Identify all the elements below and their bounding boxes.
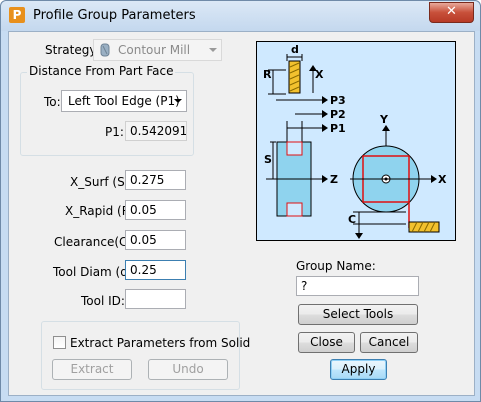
extract-params-label: Extract Parameters from Solid bbox=[70, 336, 251, 350]
tool-id-field[interactable] bbox=[125, 289, 186, 309]
to-value: Left Tool Edge (P1) bbox=[68, 94, 180, 108]
diagram-label-d: d bbox=[291, 43, 299, 56]
title-bar[interactable]: P Profile Group Parameters ✕ bbox=[1, 1, 480, 31]
dialog-window: P Profile Group Parameters ✕ Strategy: C… bbox=[0, 0, 481, 402]
extract-params-checkbox[interactable] bbox=[53, 336, 66, 349]
strategy-label: Strategy: bbox=[45, 43, 100, 57]
select-tools-button[interactable]: Select Tools bbox=[298, 304, 418, 325]
diagram-label-c: C bbox=[348, 213, 356, 226]
x-surf-label: X_Surf (S): bbox=[70, 175, 134, 189]
diagram-label-p3: P3 bbox=[330, 94, 346, 107]
strategy-combo[interactable]: Contour Mill bbox=[93, 39, 222, 61]
app-icon: P bbox=[9, 7, 25, 23]
chevron-down-icon bbox=[209, 48, 217, 52]
tool-id-label: Tool ID: bbox=[81, 294, 125, 308]
clearance-label: Clearance(C): bbox=[54, 235, 137, 249]
chevron-down-icon bbox=[174, 99, 182, 103]
tool-diam-field[interactable]: 0.25 bbox=[125, 260, 186, 280]
diagram-label-p2: P2 bbox=[330, 108, 346, 121]
window-title: Profile Group Parameters bbox=[33, 8, 196, 23]
to-combo[interactable]: Left Tool Edge (P1) bbox=[61, 90, 187, 112]
strategy-value: Contour Mill bbox=[118, 43, 191, 57]
diagram-label-x-right: X bbox=[438, 173, 447, 186]
distance-group-title: Distance From Part Face bbox=[27, 64, 176, 78]
diagram-label-y: Y bbox=[379, 113, 389, 126]
contour-mill-icon bbox=[100, 43, 110, 57]
close-button[interactable]: Close bbox=[298, 332, 355, 353]
diagram-label-p1: P1 bbox=[330, 122, 346, 135]
window-close-button[interactable]: ✕ bbox=[429, 2, 474, 23]
dialog-client: Strategy: Contour Mill Distance From Par… bbox=[8, 31, 475, 396]
diagram-label-r: R bbox=[263, 68, 272, 81]
apply-button[interactable]: Apply bbox=[330, 359, 387, 380]
to-label: To: bbox=[44, 95, 61, 109]
cancel-button[interactable]: Cancel bbox=[360, 332, 418, 353]
profile-diagram: d R X P3 P2 P1 Z S Y X C bbox=[256, 41, 456, 241]
clearance-field[interactable]: 0.05 bbox=[125, 230, 186, 250]
diagram-label-x-top: X bbox=[315, 68, 324, 81]
group-name-label: Group Name: bbox=[296, 259, 376, 273]
x-surf-field[interactable]: 0.275 bbox=[125, 170, 186, 190]
extract-button[interactable]: Extract bbox=[52, 359, 132, 380]
diagram-label-s: S bbox=[264, 153, 272, 166]
p1-label: P1: bbox=[105, 125, 124, 139]
x-rapid-field[interactable]: 0.05 bbox=[125, 200, 186, 220]
diagram-label-z: Z bbox=[330, 173, 338, 186]
undo-button[interactable]: Undo bbox=[148, 359, 228, 380]
group-name-field[interactable]: ? bbox=[296, 276, 419, 296]
p1-field: 0.5420919 bbox=[125, 121, 187, 141]
distance-group bbox=[20, 72, 194, 156]
